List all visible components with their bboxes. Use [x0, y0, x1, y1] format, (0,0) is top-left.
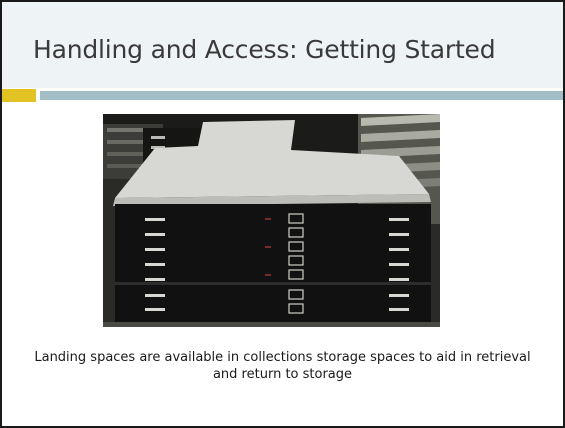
slide-content: Landing spaces are available in collecti…	[2, 102, 563, 426]
accent-bar-gold	[2, 89, 36, 102]
slide: Handling and Access: Getting Started Lan…	[0, 0, 565, 428]
photo	[103, 114, 440, 327]
title-band: Handling and Access: Getting Started	[2, 2, 563, 88]
photo-caption: Landing spaces are available in collecti…	[34, 350, 531, 383]
slide-title: Handling and Access: Getting Started	[33, 35, 496, 64]
accent-bar-teal	[40, 91, 563, 100]
